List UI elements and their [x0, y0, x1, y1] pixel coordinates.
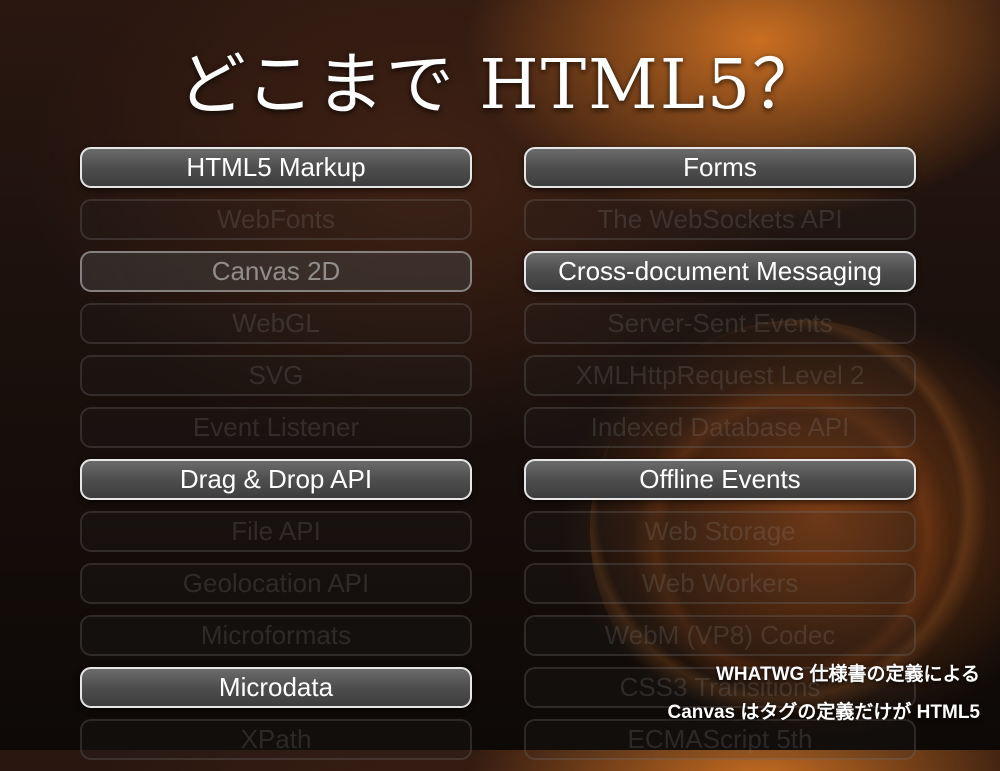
feature-pill-event-listener: Event Listener	[80, 407, 472, 448]
feature-pill-cross-document-messaging: Cross-document Messaging	[524, 251, 916, 292]
feature-pill-server-sent-events: Server-Sent Events	[524, 303, 916, 344]
feature-pill-html5-markup: HTML5 Markup	[80, 147, 472, 188]
feature-pill-webgl: WebGL	[80, 303, 472, 344]
feature-pill-drag-drop-api: Drag & Drop API	[80, 459, 472, 500]
feature-pill-microdata: Microdata	[80, 667, 472, 708]
feature-pill-geolocation-api: Geolocation API	[80, 563, 472, 604]
left-feature-column: HTML5 Markup WebFonts Canvas 2D WebGL SV…	[80, 147, 472, 771]
feature-pill-forms: Forms	[524, 147, 916, 188]
feature-pill-xmlhttprequest-level-2: XMLHttpRequest Level 2	[524, 355, 916, 396]
footnote-line-1: WHATWG 仕様書の定義による	[716, 664, 980, 685]
feature-pill-file-api: File API	[80, 511, 472, 552]
feature-pill-svg: SVG	[80, 355, 472, 396]
feature-pill-web-storage: Web Storage	[524, 511, 916, 552]
feature-pill-xpath: XPath	[80, 719, 472, 760]
footnote: WHATWG 仕様書の定義による Canvas はタグの定義だけが HTML5	[668, 656, 980, 732]
feature-pill-webfonts: WebFonts	[80, 199, 472, 240]
feature-pill-webm-codec: WebM (VP8) Codec	[524, 615, 916, 656]
footnote-line-2: Canvas はタグの定義だけが HTML5	[667, 702, 980, 723]
feature-pill-offline-events: Offline Events	[524, 459, 916, 500]
feature-pill-web-workers: Web Workers	[524, 563, 916, 604]
feature-pill-indexed-database-api: Indexed Database API	[524, 407, 916, 448]
slide-title: どこまで HTML5？	[177, 46, 823, 125]
feature-pill-websockets-api: The WebSockets API	[524, 199, 916, 240]
feature-pill-microformats: Microformats	[80, 615, 472, 656]
feature-pill-canvas-2d: Canvas 2D	[80, 251, 472, 292]
